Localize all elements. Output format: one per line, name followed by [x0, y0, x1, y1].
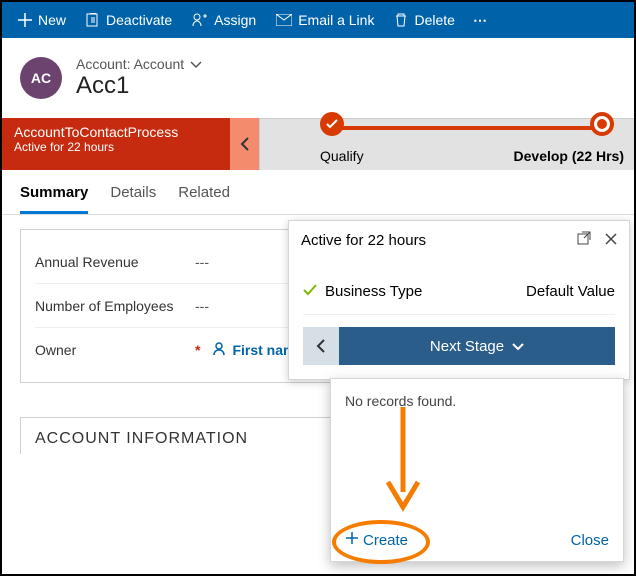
no-records-message: No records found. [345, 389, 609, 421]
stage-qualify-node[interactable] [320, 112, 344, 136]
record-name: Acc1 [76, 72, 202, 100]
process-duration: Active for 22 hours [14, 140, 218, 154]
close-button[interactable]: Close [571, 532, 609, 549]
next-stage-label: Next Stage [430, 338, 504, 355]
trash-icon [394, 13, 408, 27]
stage-develop-node[interactable] [590, 112, 614, 136]
new-label: New [38, 12, 66, 28]
stage-flyout: Active for 22 hours Business Type Defaul… [288, 220, 630, 380]
more-button[interactable]: ⋯ [465, 2, 497, 38]
record-header: AC Account: Account Acc1 [2, 38, 634, 110]
tab-related[interactable]: Related [178, 184, 230, 214]
employees-label: Number of Employees [35, 298, 195, 314]
entity-label: Account: Account [76, 56, 184, 72]
popout-icon[interactable] [577, 231, 591, 249]
annual-revenue-label: Annual Revenue [35, 254, 195, 270]
tab-summary[interactable]: Summary [20, 184, 88, 214]
process-name-block: AccountToContactProcess Active for 22 ho… [2, 118, 230, 170]
check-icon [303, 283, 317, 300]
assign-label: Assign [214, 12, 256, 28]
process-name: AccountToContactProcess [14, 124, 218, 140]
deactivate-button[interactable]: Deactivate [76, 2, 182, 38]
chevron-down-icon [190, 56, 202, 72]
owner-label: Owner [35, 342, 195, 358]
chevron-down-icon [512, 338, 524, 355]
business-type-field[interactable]: Business Type Default Value [303, 269, 615, 315]
business-type-value: Default Value [526, 283, 615, 300]
email-link-button[interactable]: Email a Link [266, 2, 384, 38]
process-bar: AccountToContactProcess Active for 22 ho… [2, 118, 634, 170]
assign-icon [192, 13, 208, 27]
next-stage-button[interactable]: Next Stage [339, 327, 615, 365]
person-icon [212, 342, 226, 359]
annual-revenue-value: --- [195, 254, 209, 270]
new-button[interactable]: New [8, 2, 76, 38]
required-icon: * [195, 342, 200, 358]
plus-icon [18, 13, 32, 27]
tab-details[interactable]: Details [110, 184, 156, 214]
prev-stage-button[interactable] [303, 327, 339, 365]
stage-develop-label[interactable]: Develop (22 Hrs) [514, 148, 624, 164]
deactivate-label: Deactivate [106, 12, 172, 28]
entity-breadcrumb[interactable]: Account: Account [76, 56, 202, 72]
business-type-label: Business Type [325, 283, 526, 300]
lookup-popover: No records found. Create Close [330, 378, 624, 562]
create-button[interactable]: Create [345, 531, 408, 549]
next-stage-row: Next Stage [303, 327, 615, 365]
stage-qualify-label[interactable]: Qualify [320, 148, 514, 164]
close-icon[interactable] [605, 232, 617, 249]
process-collapse-button[interactable] [230, 118, 260, 170]
email-icon [276, 14, 292, 26]
delete-button[interactable]: Delete [384, 2, 464, 38]
create-label: Create [363, 532, 408, 549]
delete-label: Delete [414, 12, 454, 28]
assign-button[interactable]: Assign [182, 2, 266, 38]
email-label: Email a Link [298, 12, 374, 28]
process-track: Qualify Develop (22 Hrs) [260, 118, 634, 170]
employees-value: --- [195, 298, 209, 314]
deactivate-icon [86, 13, 100, 27]
avatar: AC [20, 57, 62, 99]
plus-icon [345, 531, 359, 549]
tab-strip: Summary Details Related [2, 170, 634, 215]
command-bar: New Deactivate Assign Email a Link Delet… [2, 2, 634, 38]
flyout-active-label: Active for 22 hours [301, 232, 426, 249]
